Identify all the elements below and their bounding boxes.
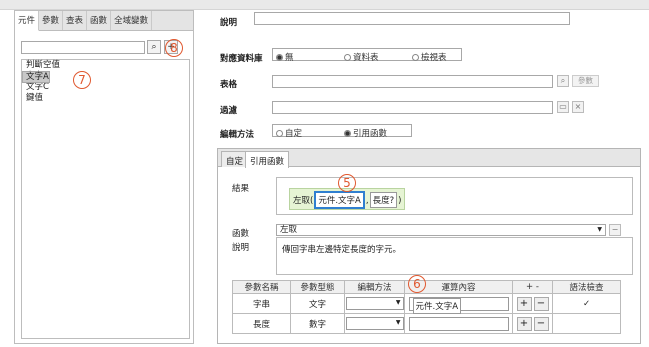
syntax-check [552, 313, 621, 334]
left-panel: 元件 參數 查表 函數 全域變數 ⌕ + 8 判斷空值 文字A 文字B 文字C … [14, 10, 194, 344]
radio-none[interactable]: 無 [276, 51, 294, 63]
syntax-check: ✓ [552, 293, 621, 314]
table-label: 表格 [220, 80, 238, 90]
param-type: 文字 [290, 293, 345, 314]
result-label: 結果 [232, 184, 250, 194]
function-description: 傳回字串左邊特定長度的字元。 [276, 237, 633, 275]
list-item-selected[interactable]: 文字A [22, 71, 50, 83]
tab-component[interactable]: 元件 [15, 11, 40, 31]
edit-tab-box: 自定 引用函數 結果 左取(元件.文字A, 長度?) 5 函數 左取 ▼ − 說明 … [217, 148, 641, 344]
content-input[interactable]: 元件.文字A [408, 296, 509, 314]
edit-method-select[interactable]: ▼ [345, 317, 404, 330]
dropdown-arrow-icon: ▼ [597, 226, 602, 233]
function-remove-button[interactable]: − [609, 224, 621, 236]
right-panel: 說明 對應資料庫 無 資料表 檢視表 表格 ⌕ 參數 過濾 ▭ × 編輯方法 自… [206, 0, 649, 347]
result-box: 左取(元件.文字A, 長度?) [276, 177, 633, 215]
edit-method-label: 編輯方法 [220, 130, 255, 140]
radio-icon [344, 54, 351, 61]
table-row: 字串 文字 ▼ 元件.文字A + − ✓ [232, 293, 621, 314]
search-icon: ⌕ [151, 42, 157, 52]
param-name: 長度 [232, 313, 291, 334]
filter-folder-button[interactable]: ▭ [557, 101, 569, 113]
list-item[interactable]: 鍵值 [22, 93, 189, 104]
param-type: 數字 [290, 313, 345, 334]
tab-function[interactable]: 函數 [87, 11, 112, 30]
data-source-label: 對應資料庫 [220, 54, 263, 64]
callout-5: 5 [338, 174, 356, 192]
left-tabs: 元件 參數 查表 函數 全域變數 [15, 11, 193, 31]
header-param-type: 參數型態 [290, 280, 345, 294]
remove-param-button[interactable]: − [533, 296, 549, 311]
params-button[interactable]: 參數 [572, 75, 599, 87]
callout-8: 8 [165, 39, 183, 57]
radio-icon [412, 54, 419, 61]
edit-tab-bar: 自定 引用函數 [218, 149, 640, 168]
radio-icon [276, 130, 283, 137]
component-search-input[interactable] [21, 41, 145, 54]
filter-clear-button[interactable]: × [572, 101, 584, 113]
arg-chip-length[interactable]: 長度? [369, 192, 398, 208]
minus-icon: − [611, 225, 619, 234]
function-select[interactable]: 左取 ▼ [276, 224, 606, 236]
param-table: 參數名稱 參數型態 編輯方法 運算內容 + - 語法檢查 字串 文字 ▼ 元件.… [232, 280, 621, 334]
table-search-button[interactable]: ⌕ [557, 75, 569, 87]
function-label: 函數 [232, 229, 250, 239]
tab-parameter[interactable]: 參數 [39, 11, 64, 30]
close-paren: ) [398, 196, 402, 206]
arg-separator: , [365, 196, 369, 206]
table-row: 長度 數字 ▼ + − [232, 313, 621, 334]
description-label: 說明 [220, 18, 238, 28]
filter-label: 過濾 [220, 106, 238, 116]
function-name: 左取( [293, 196, 314, 206]
header-edit-method: 編輯方法 [344, 280, 405, 294]
description-input[interactable] [254, 12, 570, 25]
component-list: 判斷空值 文字A 文字B 文字C 鍵值 [21, 59, 190, 339]
dropdown-arrow-icon: ▼ [395, 319, 401, 326]
header-param-name: 參數名稱 [232, 280, 291, 294]
content-input[interactable] [408, 316, 509, 331]
tab-lookup[interactable]: 查表 [63, 11, 88, 30]
content-chip[interactable]: 元件.文字A [412, 297, 462, 314]
table-input[interactable] [272, 75, 553, 88]
radio-reference-function[interactable]: 引用函數 [344, 127, 387, 139]
search-icon: ⌕ [560, 76, 566, 85]
radio-selected-icon [344, 130, 351, 137]
callout-6: 6 [408, 275, 426, 293]
radio-datatable[interactable]: 資料表 [344, 51, 379, 63]
callout-7: 7 [73, 71, 91, 89]
param-name: 字串 [232, 293, 291, 314]
tab-custom[interactable]: 自定 [221, 151, 249, 167]
radio-selected-icon [276, 54, 283, 61]
form-editor: 元件 參數 查表 函數 全域變數 ⌕ + 8 判斷空值 文字A 文字B 文字C … [0, 0, 649, 347]
remove-param-button[interactable]: − [533, 316, 549, 331]
add-param-button[interactable]: + [516, 296, 532, 311]
function-description-label: 說明 [232, 243, 250, 253]
radio-custom[interactable]: 自定 [276, 127, 302, 139]
tab-reference-function[interactable]: 引用函數 [245, 151, 290, 168]
header-syntax-check: 語法檢查 [552, 280, 621, 294]
search-button[interactable]: ⌕ [147, 40, 161, 54]
filter-input[interactable] [272, 101, 553, 114]
list-item[interactable]: 判斷空值 [22, 60, 189, 71]
edit-method-select[interactable]: ▼ [345, 297, 404, 310]
radio-view[interactable]: 檢視表 [412, 51, 447, 63]
header-add-remove: + - [512, 280, 553, 294]
add-param-button[interactable]: + [516, 316, 532, 331]
param-table-header: 參數名稱 參數型態 編輯方法 運算內容 + - 語法檢查 [232, 280, 621, 294]
list-item[interactable]: 文字C [22, 82, 189, 93]
folder-icon: ▭ [559, 102, 567, 111]
tab-global-variables[interactable]: 全域變數 [111, 11, 153, 30]
arg-chip-string[interactable]: 元件.文字A [314, 191, 365, 209]
close-icon: × [574, 102, 582, 111]
dropdown-arrow-icon: ▼ [395, 299, 401, 306]
